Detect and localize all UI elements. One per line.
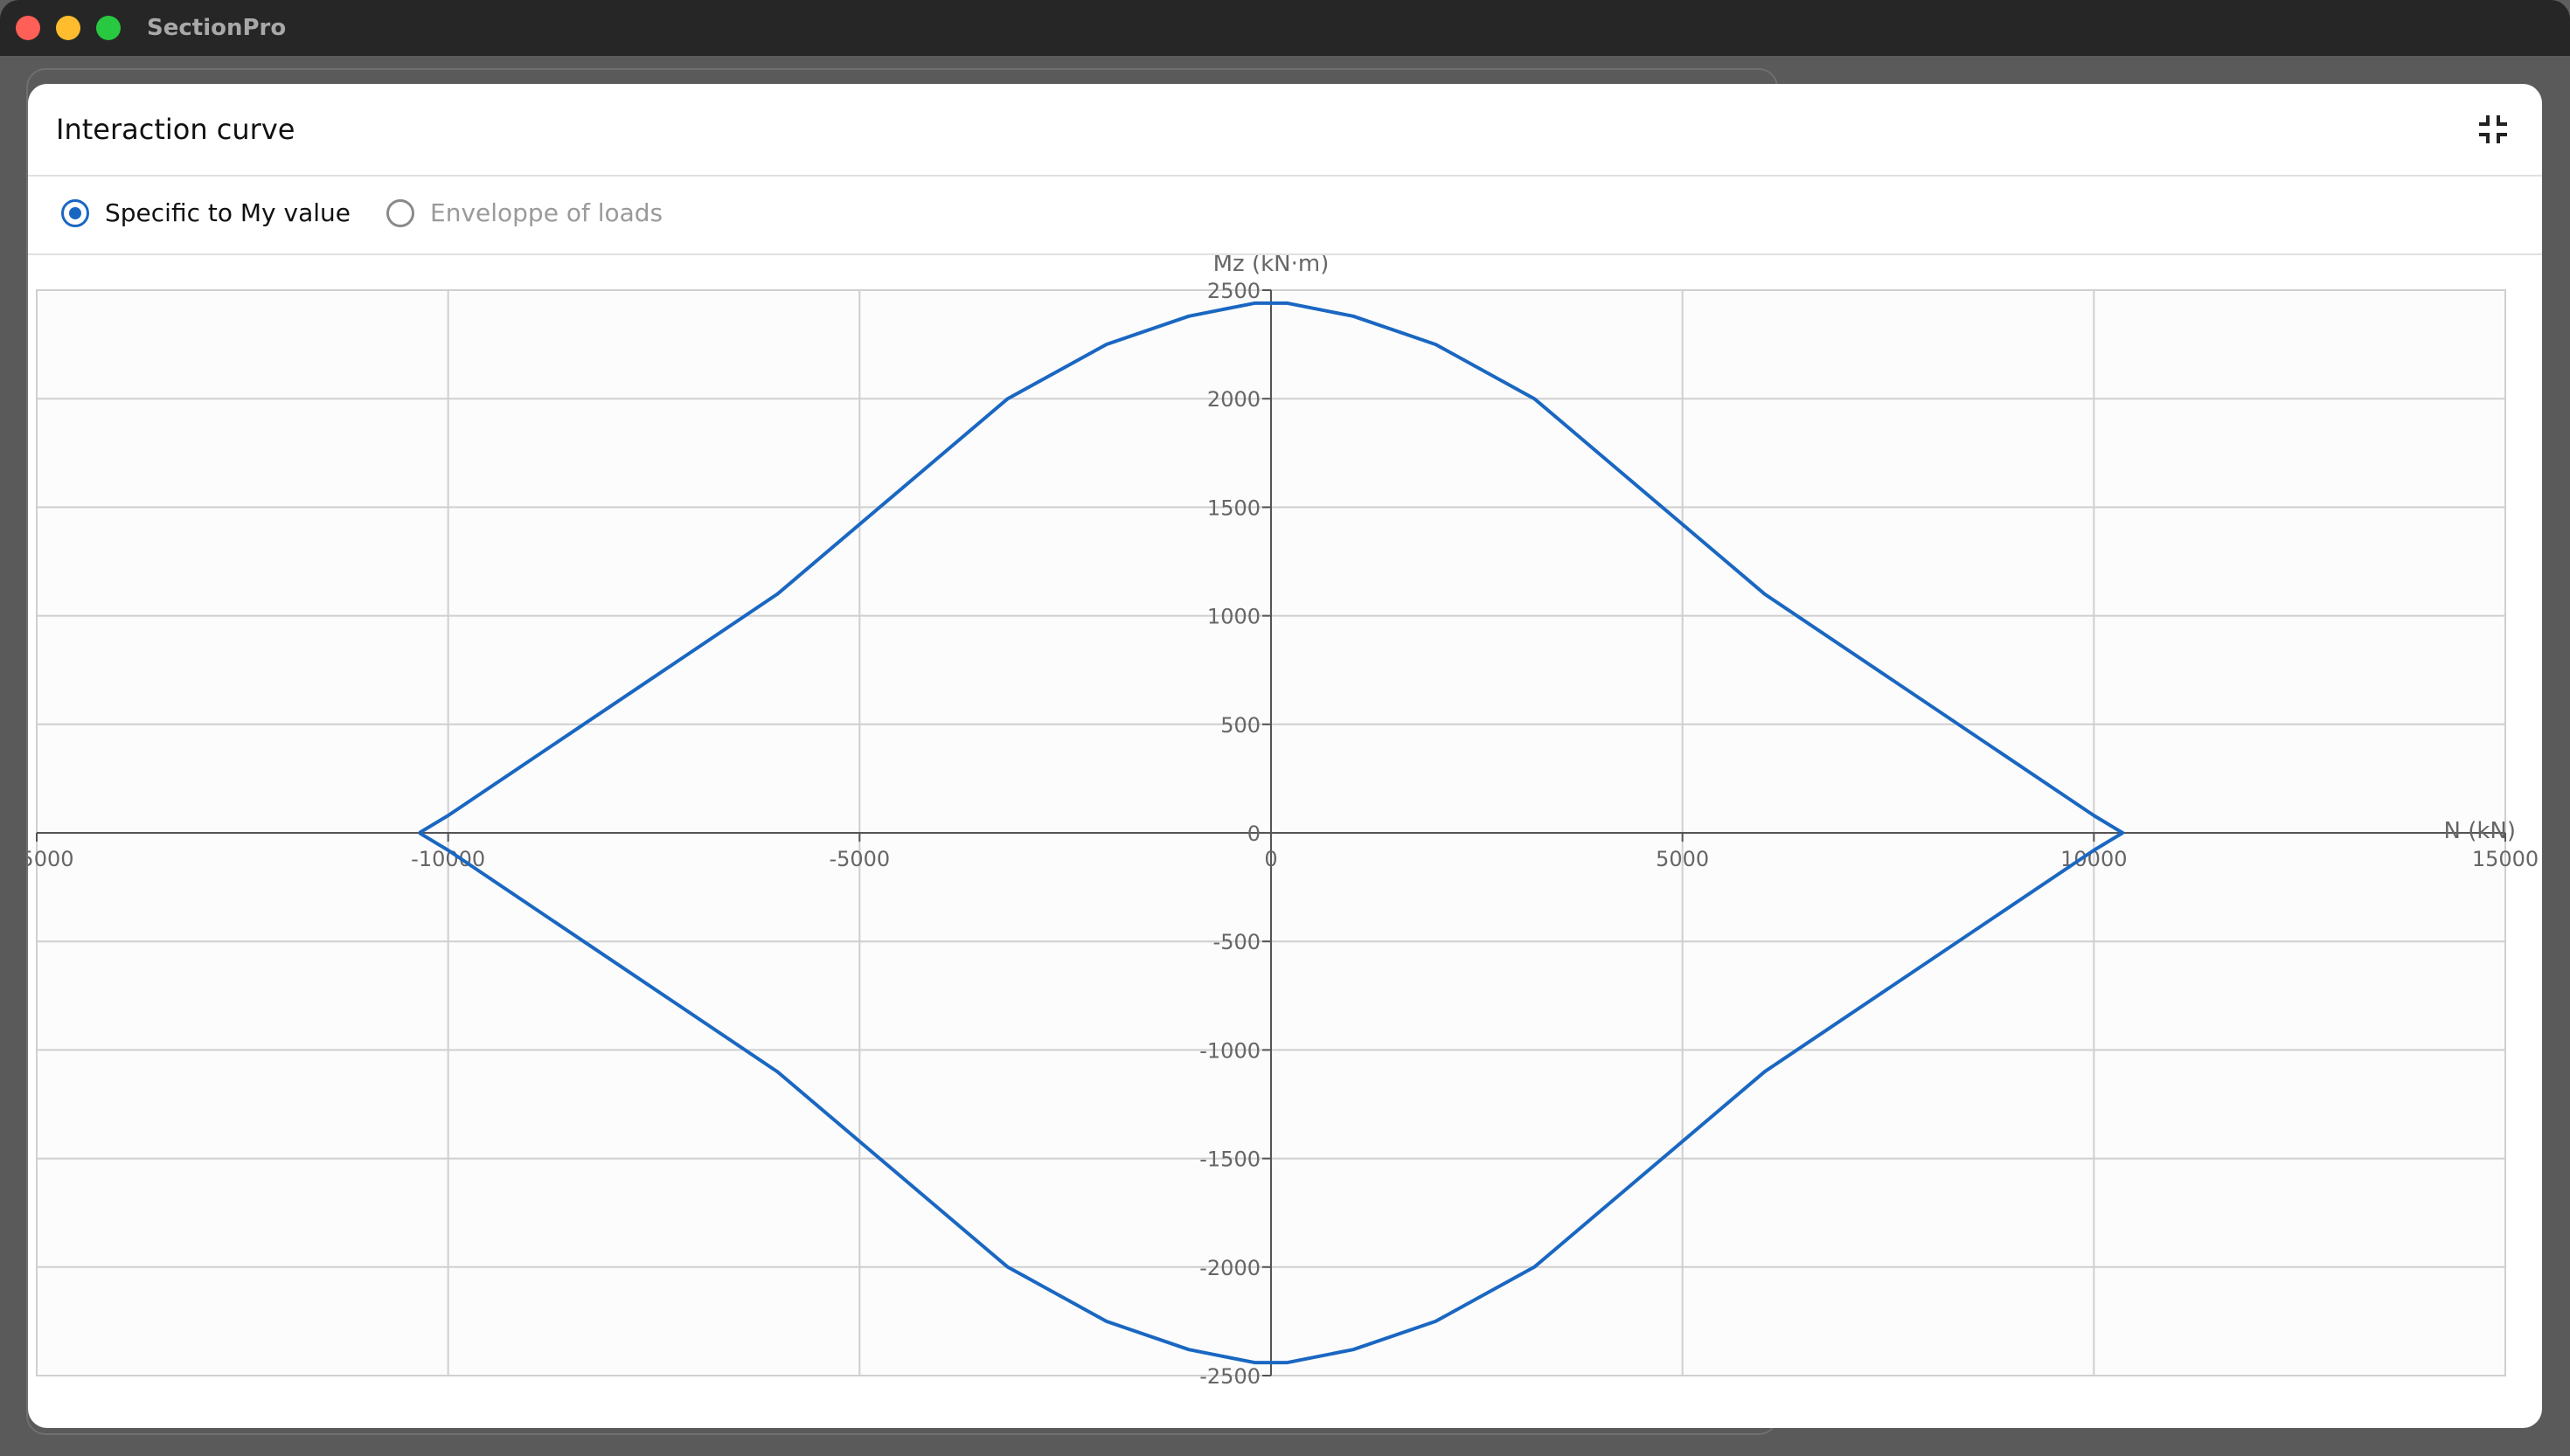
radio-selected-indicator — [61, 199, 89, 227]
window-titlebar: SectionPro — [0, 0, 2570, 56]
app-title: SectionPro — [147, 15, 287, 41]
minimize-window-button[interactable] — [56, 16, 80, 40]
x-tick-label: -15000 — [28, 847, 74, 871]
x-tick-label: 5000 — [1656, 847, 1709, 871]
radio-label: Enveloppe of loads — [430, 198, 663, 227]
dialog-header: Interaction curve — [28, 84, 2542, 177]
y-tick-label: 1000 — [1207, 605, 1261, 629]
y-tick-label: 2000 — [1207, 387, 1261, 412]
radio-label: Specific to My value — [105, 198, 351, 227]
collapse-icon[interactable] — [2476, 112, 2511, 147]
y-tick-label: -2000 — [1199, 1256, 1261, 1280]
y-tick-label: -1500 — [1199, 1147, 1261, 1172]
radio-enveloppe-of-loads[interactable]: Enveloppe of loads — [386, 196, 663, 231]
x-tick-label: -5000 — [829, 847, 890, 871]
interaction-curve-chart: -15000-10000-5000050001000015000-2500-20… — [28, 251, 2542, 1428]
curve-mode-options: Specific to My value Enveloppe of loads — [28, 175, 2542, 255]
dialog-title: Interaction curve — [56, 113, 295, 146]
y-tick-label: 1500 — [1207, 496, 1261, 520]
y-tick-label: 2500 — [1207, 279, 1261, 303]
radio-unselected-indicator — [386, 199, 414, 227]
radio-specific-to-my-value[interactable]: Specific to My value — [61, 196, 351, 231]
y-tick-label: -500 — [1213, 930, 1261, 954]
y-tick-label: -1000 — [1199, 1038, 1261, 1063]
y-tick-label: 0 — [1247, 822, 1261, 846]
y-tick-label: 500 — [1220, 713, 1261, 738]
interaction-curve-dialog: Interaction curve Specific to My value E… — [28, 84, 2542, 1428]
close-window-button[interactable] — [16, 16, 40, 40]
chart-svg: -15000-10000-5000050001000015000-2500-20… — [28, 251, 2539, 1389]
y-axis-label: Mz (kN·m) — [1213, 255, 1330, 277]
x-axis-label: N (kN) — [2443, 818, 2516, 844]
x-tick-label: 0 — [1264, 847, 1277, 871]
y-tick-label: -2500 — [1199, 1364, 1261, 1389]
zoom-window-button[interactable] — [96, 16, 121, 40]
x-tick-label: 15000 — [2472, 847, 2539, 871]
